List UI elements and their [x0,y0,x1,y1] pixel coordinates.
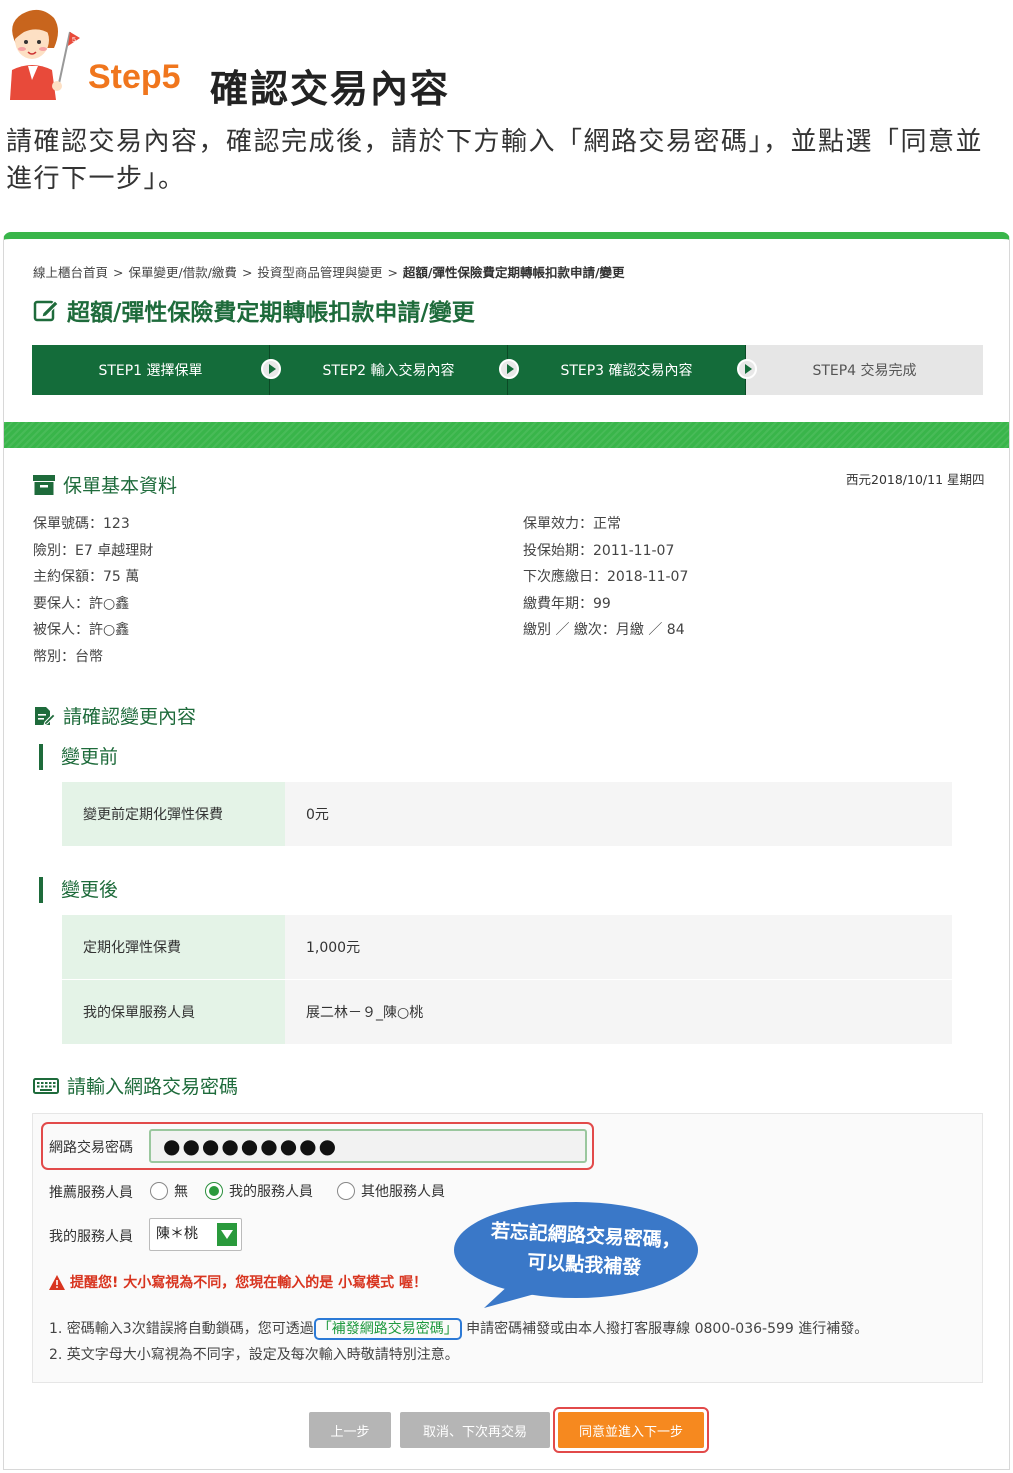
green-divider-band [4,422,1009,448]
policyholder: 要保人：許○鑫 [33,595,130,612]
my-agent-label: 我的服務人員 [49,1229,133,1245]
flag-number: 5 [72,37,76,44]
step-3: STEP3 確認交易內容 [508,345,757,395]
note-2: 2. 英文字母大小寫視為不同字，設定及每次輸入時敬請特別注意。 [49,1347,459,1363]
policy-number: 保單號碼：123 [33,516,130,532]
radio-none[interactable]: 無 [150,1181,188,1201]
before-change-table: 變更前定期化彈性保費 0元 [62,782,952,847]
recommend-agent-label: 推薦服務人員 [49,1185,133,1201]
radio-selected-icon[interactable] [205,1182,223,1200]
policy-info-right: 保單效力：正常 投保始期：2011-11-07 下次應繳日：2018-11-07… [523,511,688,644]
row-label: 定期化彈性保費 [62,915,285,979]
radio-circle-icon[interactable] [150,1182,168,1200]
archive-box-icon [33,474,55,495]
insured: 被保人：許○鑫 [33,622,130,638]
page-title: 超額/彈性保險費定期轉帳扣款申請/變更 [33,293,475,327]
keyboard-icon [33,1077,59,1094]
document-edit-icon [35,706,55,726]
dropdown-arrow-icon[interactable] [217,1223,237,1246]
row-label: 我的保單服務人員 [62,980,285,1044]
start-date: 投保始期：2011-11-07 [523,542,675,559]
currency: 幣別：台幣 [33,648,103,665]
radio-other-agent[interactable]: 其他服務人員 [337,1181,445,1201]
password-heading: 請輸入網路交易密碼 [33,1072,238,1099]
row-label: 變更前定期化彈性保費 [62,782,285,846]
row-value: 展二林－９_陳○桃 [285,980,952,1044]
password-input[interactable]: ●●●●●●●●● [149,1129,587,1163]
table-row: 變更前定期化彈性保費 0元 [62,782,952,847]
step-4: STEP4 交易完成 [746,345,983,395]
warning-icon [49,1274,65,1290]
next-due-date: 下次應繳日：2018-11-07 [523,569,689,585]
policy-info-heading: 保單基本資料 [33,471,177,498]
step-1: STEP1 選擇保單 [32,345,281,395]
payment-mode: 繳別 ／ 繳次：月繳 ／ 84 [523,622,685,638]
edit-icon [33,300,59,322]
step-arrow-icon [499,359,519,379]
prev-button[interactable]: 上一步 [309,1412,391,1448]
radio-circle-icon[interactable] [337,1182,355,1200]
reissue-password-link[interactable]: 「補發網路交易密碼」 [313,1318,462,1340]
insurance-type: 險別：E7 卓越理財 [33,542,154,559]
note-1: 1. 密碼輸入3次錯誤將自動鎖碼，您可透過 「補發網路交易密碼」 申請密碼補發或由… [49,1318,868,1340]
progress-stepper: STEP1 選擇保單 STEP2 輸入交易內容 STEP3 確認交易內容 STE… [32,345,983,395]
row-value: 0元 [285,782,952,846]
breadcrumb: 線上櫃台首頁 > 保單變更/借款/繳費 > 投資型商品管理與變更 > 超額/彈性保險費定期轉… [33,265,625,280]
caps-warning: 提醒您! 大小寫視為不同，您現在輸入的是 小寫模式 喔！ [49,1272,427,1292]
guide-avatar-icon: 5 [10,9,80,100]
password-label: 網路交易密碼 [49,1140,133,1156]
policy-info-left: 保單號碼：123 險別：E7 卓越理財 主約保額：75 萬 要保人：許○鑫 被保… [33,511,153,670]
my-agent-select[interactable]: 陳＊桃 [149,1218,242,1251]
step-arrow-icon [737,359,757,379]
confirm-change-heading: 請確認變更內容 [33,702,196,729]
step-2: STEP2 輸入交易內容 [270,345,519,395]
cancel-button[interactable]: 取消、下次再交易 [400,1412,550,1448]
radio-my-agent[interactable]: 我的服務人員 [205,1181,313,1201]
breadcrumb-current: 超額/彈性保險費定期轉帳扣款申請/變更 [402,265,625,280]
breadcrumb-home[interactable]: 線上櫃台首頁 [33,265,108,280]
agree-next-button[interactable]: 同意並進入下一步 [558,1412,704,1448]
current-date: 西元2018/10/11 星期四 [846,472,985,487]
row-value: 1,000元 [285,915,952,979]
sum-insured: 主約保額：75 萬 [33,569,140,585]
after-change-heading: 變更後 [39,877,118,903]
payment-years: 繳費年期：99 [523,595,611,612]
page-title-text: 超額/彈性保險費定期轉帳扣款申請/變更 [67,300,475,326]
before-change-heading: 變更前 [39,744,118,770]
step-title: 確認交易內容 [210,67,451,111]
step-number: Step5 [88,58,181,96]
policy-status: 保單效力：正常 [523,516,621,532]
breadcrumb-investment[interactable]: 投資型商品管理與變更 [257,265,382,280]
table-row: 定期化彈性保費 1,000元 [62,915,952,980]
after-change-table: 定期化彈性保費 1,000元 我的保單服務人員 展二林－９_陳○桃 [62,915,952,1045]
speech-bubble-text: 若忘記網路交易密碼， 可以點我補發 [490,1220,682,1279]
step-arrow-icon [261,359,281,379]
breadcrumb-policy-change[interactable]: 保單變更/借款/繳費 [129,265,237,280]
table-row: 我的保單服務人員 展二林－９_陳○桃 [62,980,952,1045]
intro-text: 請確認交易內容，確認完成後，請於下方輸入「網路交易密碼」，並點選「同意並進行下一… [6,127,984,194]
